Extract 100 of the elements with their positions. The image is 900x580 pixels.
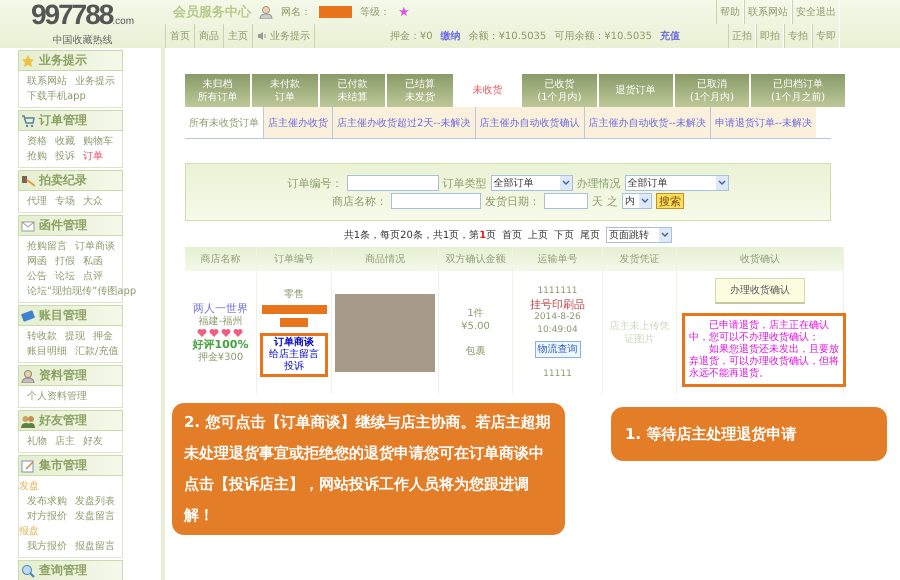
filter-tab[interactable]: 店主催办收货超过2天--未解决 [332, 107, 475, 138]
pagination-link[interactable]: 首页 [502, 228, 522, 242]
track-button[interactable]: 物流查询 [534, 340, 580, 358]
sidebar-link[interactable]: 投诉 [55, 149, 75, 164]
sidebar-link[interactable]: 押金 [93, 329, 113, 344]
dropdown[interactable]: 全部订单 [490, 175, 572, 191]
sidebar-link[interactable]: 资格 [27, 134, 47, 149]
order-tab[interactable]: 未付款 订单 [252, 74, 318, 107]
sidebar-link[interactable]: 业务提示 [75, 74, 115, 89]
order-link[interactable]: 投诉 [269, 361, 319, 373]
mode-link[interactable]: 专拍 [784, 24, 812, 48]
input-field[interactable] [391, 193, 481, 209]
order-tab[interactable]: 已归档订单 (1个月之前) [751, 74, 845, 107]
pagination-link[interactable]: 上页 [528, 228, 548, 242]
mode-link[interactable]: 正拍 [728, 24, 756, 48]
sidebar-link[interactable]: 发布求购 [27, 494, 67, 509]
sidebar-link[interactable]: 汇款/充值 [75, 344, 118, 359]
sidebar-link[interactable]: 我方报价 [27, 539, 67, 554]
sidebar-section-header[interactable]: 函件管理 [18, 215, 123, 236]
notice-text: 如果您退货还未发出，且要放弃退货，可以办理收货确认，但将永远不能再退货。 [689, 344, 839, 380]
sidebar-link[interactable]: 店主 [55, 434, 75, 449]
sidebar-link[interactable]: 转收款 [27, 329, 57, 344]
input-field[interactable] [346, 175, 438, 191]
field-label: 订单类型 [442, 176, 486, 190]
caret-icon [560, 176, 572, 190]
sidebar-link[interactable]: 下载手机app [27, 89, 86, 104]
sidebar-link[interactable]: 抢购 [27, 149, 47, 164]
sidebar-section-header[interactable]: 拍卖纪录 [18, 170, 123, 191]
sidebar-link[interactable]: 代理 [27, 194, 47, 209]
sidebar-link[interactable]: 私函 [83, 254, 103, 269]
account-link[interactable]: 充值 [660, 29, 680, 43]
filter-tab[interactable]: 店主催办收货 [263, 107, 332, 138]
sidebar-link[interactable]: 论坛 [55, 269, 75, 284]
dropdown[interactable]: 页面跳转 [606, 227, 672, 243]
order-tab[interactable]: 已取消 (1个月内) [674, 74, 750, 107]
sidebar-section-header[interactable]: 订单管理 [18, 110, 123, 131]
sidebar-link[interactable]: 对方报价 [27, 509, 67, 524]
sidebar-link[interactable]: 专场 [55, 194, 75, 209]
sidebar-link[interactable]: 网函 [27, 254, 47, 269]
caret-icon [659, 228, 672, 242]
field-label: 之 [607, 194, 618, 208]
nav-link[interactable]: 商品 [195, 24, 224, 48]
order-link[interactable]: 给店主留言 [269, 349, 319, 361]
sidebar-link[interactable]: 大众 [83, 194, 103, 209]
sidebar-link[interactable]: 联系网站 [27, 74, 67, 89]
order-link[interactable]: 订单商谈 [269, 337, 319, 349]
sidebar-link[interactable]: 公告 [27, 269, 47, 284]
amount-text: ¥5.00 [461, 320, 490, 333]
input-field[interactable] [544, 193, 588, 209]
dropdown[interactable]: 内 [622, 193, 652, 209]
mode-link[interactable]: 即拍 [756, 24, 784, 48]
nav-link[interactable]: 主页 [224, 24, 253, 48]
header-link[interactable]: 联系网站 [744, 0, 792, 24]
site-logo[interactable]: 997788.com 中国收藏热线 [0, 0, 165, 48]
cart-icon [21, 114, 35, 128]
order-tab[interactable]: 已收货 (1个月内) [522, 74, 597, 107]
sidebar-link[interactable]: 报盘留言 [75, 539, 115, 554]
sidebar-link[interactable]: 打假 [55, 254, 75, 269]
sidebar-link[interactable]: 好友 [83, 434, 103, 449]
sidebar-link[interactable]: 订单商谈 [75, 239, 115, 254]
sidebar-link[interactable]: 订单 [83, 149, 103, 164]
account-link[interactable]: 缴纳 [440, 29, 461, 43]
sidebar-link[interactable]: 发盘留言 [75, 509, 115, 524]
order-tab[interactable]: 已付款 未结算 [320, 74, 386, 107]
order-tab[interactable]: 已结算 未发货 [387, 74, 453, 107]
pagination-link[interactable]: 下页 [554, 228, 574, 242]
level-value: ★ [398, 4, 410, 20]
caret-icon [716, 176, 728, 190]
filter-tab[interactable]: 申请退货订单--未解决 [710, 107, 816, 138]
sidebar-link[interactable]: 购物车 [83, 134, 113, 149]
dropdown[interactable]: 全部订单 [624, 175, 728, 191]
pagination-link[interactable]: 尾页 [580, 228, 600, 242]
sidebar-section-header[interactable]: 账目管理 [18, 305, 123, 326]
header-link[interactable]: 安全退出 [792, 0, 840, 24]
sidebar-link[interactable]: 账目明细 [27, 344, 67, 359]
order-tab[interactable]: 退货订单 [598, 74, 673, 107]
sidebar-section-header[interactable]: 资料管理 [18, 365, 123, 386]
filter-tab[interactable]: 店主催办自动收货确认 [474, 107, 584, 138]
sidebar-link[interactable]: 论坛“现拍现传”传图app [27, 284, 136, 299]
filter-tab[interactable]: 店主催办自动收货--未解决 [584, 107, 710, 138]
mode-link[interactable]: 专即 [812, 24, 840, 48]
sidebar-section-header[interactable]: 好友管理 [18, 410, 123, 431]
sidebar-link[interactable]: 礼物 [27, 434, 47, 449]
sidebar-section-header[interactable]: 业务提示 [18, 50, 123, 71]
sidebar-section-header[interactable]: 查询管理 [18, 560, 123, 580]
sidebar-section-header[interactable]: 集市管理 [18, 455, 123, 476]
header-link[interactable]: 帮助 [716, 0, 744, 24]
nav-link[interactable]: 业务提示 [253, 24, 315, 48]
order-tab[interactable]: 未归档 所有订单 [185, 74, 250, 107]
confirm-receipt-button[interactable]: 办理收货确认 [715, 278, 805, 304]
sidebar-link[interactable]: 抢购留言 [27, 239, 67, 254]
sidebar-link[interactable]: 收藏 [55, 134, 75, 149]
person-icon [259, 5, 273, 19]
sidebar-link[interactable]: 提现 [65, 329, 85, 344]
shop-name-link[interactable]: 两人一世界 [193, 302, 248, 314]
search-button[interactable]: 搜索 [656, 193, 684, 209]
sidebar-link[interactable]: 发盘列表 [75, 494, 115, 509]
sidebar-link[interactable]: 点评 [83, 269, 103, 284]
hammer-icon [21, 174, 35, 188]
nav-link[interactable]: 首页 [166, 24, 195, 48]
